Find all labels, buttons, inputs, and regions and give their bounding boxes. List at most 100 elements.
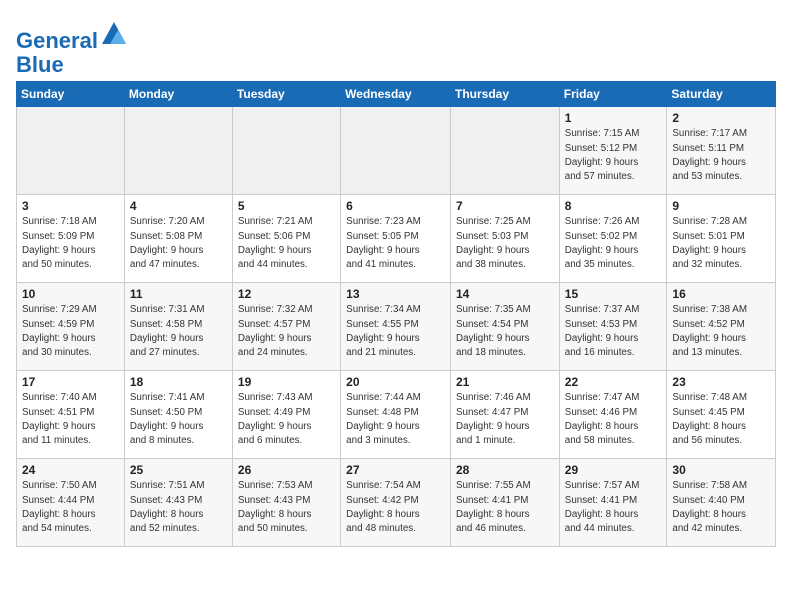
day-info: Sunrise: 7:57 AMSunset: 4:41 PMDaylight:… [565, 479, 662, 536]
calendar-cell: 18 Sunrise: 7:41 AMSunset: 4:50 PMDayligh… [124, 371, 232, 459]
logo-text: General [16, 20, 128, 53]
day-number: 10 [22, 287, 119, 301]
calendar-cell: 2 Sunrise: 7:17 AMSunset: 5:11 PMDaylight… [667, 107, 776, 195]
calendar-cell: 28Sunrise: 7:55 AMSunset: 4:41 PMDayligh… [451, 459, 560, 547]
day-number: 20 [346, 375, 445, 389]
calendar-cell: 30 Sunrise: 7:58 AMSunset: 4:40 PMDayligh… [667, 459, 776, 547]
calendar-cell: 6Sunrise: 7:23 AMSunset: 5:05 PMDaylight… [341, 195, 451, 283]
calendar-cell: 5 Sunrise: 7:21 AMSunset: 5:06 PMDaylight… [232, 195, 340, 283]
day-info: Sunrise: 7:43 AMSunset: 4:49 PMDaylight:… [238, 391, 335, 448]
day-info: Sunrise: 7:37 AMSunset: 4:53 PMDaylight:… [565, 303, 662, 360]
day-info: Sunrise: 7:58 AMSunset: 4:40 PMDaylight:… [672, 479, 770, 536]
day-info: Sunrise: 7:29 AMSunset: 4:59 PMDaylight:… [22, 303, 119, 360]
weekday-header-tuesday: Tuesday [232, 82, 340, 107]
day-number: 27 [346, 463, 445, 477]
calendar-cell: 24Sunrise: 7:50 AMSunset: 4:44 PMDayligh… [17, 459, 125, 547]
day-info: Sunrise: 7:26 AMSunset: 5:02 PMDaylight:… [565, 215, 662, 272]
calendar-cell: 14 Sunrise: 7:35 AMSunset: 4:54 PMDayligh… [451, 283, 560, 371]
day-info: Sunrise: 7:53 AMSunset: 4:43 PMDaylight:… [238, 479, 335, 536]
day-number: 2 [672, 111, 770, 125]
day-number: 8 [565, 199, 662, 213]
day-number: 15 [565, 287, 662, 301]
calendar-cell: 9Sunrise: 7:28 AMSunset: 5:01 PMDaylight… [667, 195, 776, 283]
day-info: Sunrise: 7:38 AMSunset: 4:52 PMDaylight:… [672, 303, 770, 360]
calendar-cell: 22 Sunrise: 7:47 AMSunset: 4:46 PMDayligh… [559, 371, 667, 459]
day-info: Sunrise: 7:47 AMSunset: 4:46 PMDaylight:… [565, 391, 662, 448]
calendar-cell: 13Sunrise: 7:34 AMSunset: 4:55 PMDayligh… [341, 283, 451, 371]
calendar-cell [451, 107, 560, 195]
day-info: Sunrise: 7:32 AMSunset: 4:57 PMDaylight:… [238, 303, 335, 360]
calendar-cell: 29 Sunrise: 7:57 AMSunset: 4:41 PMDayligh… [559, 459, 667, 547]
day-info: Sunrise: 7:15 AMSunset: 5:12 PMDaylight:… [565, 127, 662, 184]
day-number: 26 [238, 463, 335, 477]
weekday-header-saturday: Saturday [667, 82, 776, 107]
weekday-header-wednesday: Wednesday [341, 82, 451, 107]
day-number: 25 [130, 463, 227, 477]
calendar-cell: 11Sunrise: 7:31 AMSunset: 4:58 PMDayligh… [124, 283, 232, 371]
calendar-cell: 27 Sunrise: 7:54 AMSunset: 4:42 PMDayligh… [341, 459, 451, 547]
calendar-cell: 19Sunrise: 7:43 AMSunset: 4:49 PMDayligh… [232, 371, 340, 459]
day-number: 30 [672, 463, 770, 477]
weekday-header-friday: Friday [559, 82, 667, 107]
day-number: 7 [456, 199, 554, 213]
day-info: Sunrise: 7:48 AMSunset: 4:45 PMDaylight:… [672, 391, 770, 448]
page-header: General Blue [16, 16, 776, 77]
day-number: 21 [456, 375, 554, 389]
day-number: 23 [672, 375, 770, 389]
day-number: 5 [238, 199, 335, 213]
day-info: Sunrise: 7:46 AMSunset: 4:47 PMDaylight:… [456, 391, 554, 448]
logo: General Blue [16, 20, 128, 77]
calendar-cell: 21 Sunrise: 7:46 AMSunset: 4:47 PMDayligh… [451, 371, 560, 459]
day-number: 12 [238, 287, 335, 301]
calendar-cell [232, 107, 340, 195]
day-number: 17 [22, 375, 119, 389]
day-info: Sunrise: 7:40 AMSunset: 4:51 PMDaylight:… [22, 391, 119, 448]
day-number: 16 [672, 287, 770, 301]
calendar-cell: 12 Sunrise: 7:32 AMSunset: 4:57 PMDayligh… [232, 283, 340, 371]
calendar-table: SundayMondayTuesdayWednesdayThursdayFrid… [16, 81, 776, 547]
day-number: 1 [565, 111, 662, 125]
calendar-cell: 25 Sunrise: 7:51 AMSunset: 4:43 PMDayligh… [124, 459, 232, 547]
day-info: Sunrise: 7:51 AMSunset: 4:43 PMDaylight:… [130, 479, 227, 536]
day-number: 14 [456, 287, 554, 301]
calendar-cell: 1 Sunrise: 7:15 AMSunset: 5:12 PMDaylight… [559, 107, 667, 195]
day-number: 3 [22, 199, 119, 213]
calendar-cell: 10 Sunrise: 7:29 AMSunset: 4:59 PMDayligh… [17, 283, 125, 371]
day-number: 22 [565, 375, 662, 389]
day-info: Sunrise: 7:18 AMSunset: 5:09 PMDaylight:… [22, 215, 119, 272]
calendar-cell: 3 Sunrise: 7:18 AMSunset: 5:09 PMDaylight… [17, 195, 125, 283]
day-number: 6 [346, 199, 445, 213]
day-info: Sunrise: 7:35 AMSunset: 4:54 PMDaylight:… [456, 303, 554, 360]
calendar-cell: 16 Sunrise: 7:38 AMSunset: 4:52 PMDayligh… [667, 283, 776, 371]
calendar-week-3: 10 Sunrise: 7:29 AMSunset: 4:59 PMDayligh… [17, 283, 776, 371]
day-info: Sunrise: 7:55 AMSunset: 4:41 PMDaylight:… [456, 479, 554, 536]
day-info: Sunrise: 7:25 AMSunset: 5:03 PMDaylight:… [456, 215, 554, 272]
day-info: Sunrise: 7:34 AMSunset: 4:55 PMDaylight:… [346, 303, 445, 360]
weekday-header-sunday: Sunday [17, 82, 125, 107]
calendar-week-5: 24Sunrise: 7:50 AMSunset: 4:44 PMDayligh… [17, 459, 776, 547]
calendar-cell: 4 Sunrise: 7:20 AMSunset: 5:08 PMDaylight… [124, 195, 232, 283]
logo-general: General [16, 28, 98, 53]
weekday-header-thursday: Thursday [451, 82, 560, 107]
calendar-cell [341, 107, 451, 195]
day-info: Sunrise: 7:31 AMSunset: 4:58 PMDaylight:… [130, 303, 227, 360]
calendar-cell: 8 Sunrise: 7:26 AMSunset: 5:02 PMDaylight… [559, 195, 667, 283]
page-container: General Blue SundayMondayTuesdayWednesda… [0, 0, 792, 555]
day-number: 24 [22, 463, 119, 477]
logo-icon [100, 20, 128, 48]
day-info: Sunrise: 7:21 AMSunset: 5:06 PMDaylight:… [238, 215, 335, 272]
day-info: Sunrise: 7:20 AMSunset: 5:08 PMDaylight:… [130, 215, 227, 272]
calendar-cell: 23 Sunrise: 7:48 AMSunset: 4:45 PMDayligh… [667, 371, 776, 459]
day-info: Sunrise: 7:17 AMSunset: 5:11 PMDaylight:… [672, 127, 770, 184]
day-number: 4 [130, 199, 227, 213]
day-info: Sunrise: 7:44 AMSunset: 4:48 PMDaylight:… [346, 391, 445, 448]
calendar-cell: 7 Sunrise: 7:25 AMSunset: 5:03 PMDaylight… [451, 195, 560, 283]
calendar-week-1: 1 Sunrise: 7:15 AMSunset: 5:12 PMDaylight… [17, 107, 776, 195]
day-number: 18 [130, 375, 227, 389]
calendar-cell [17, 107, 125, 195]
day-info: Sunrise: 7:41 AMSunset: 4:50 PMDaylight:… [130, 391, 227, 448]
weekday-header-monday: Monday [124, 82, 232, 107]
day-number: 29 [565, 463, 662, 477]
calendar-cell: 15 Sunrise: 7:37 AMSunset: 4:53 PMDayligh… [559, 283, 667, 371]
day-info: Sunrise: 7:54 AMSunset: 4:42 PMDaylight:… [346, 479, 445, 536]
